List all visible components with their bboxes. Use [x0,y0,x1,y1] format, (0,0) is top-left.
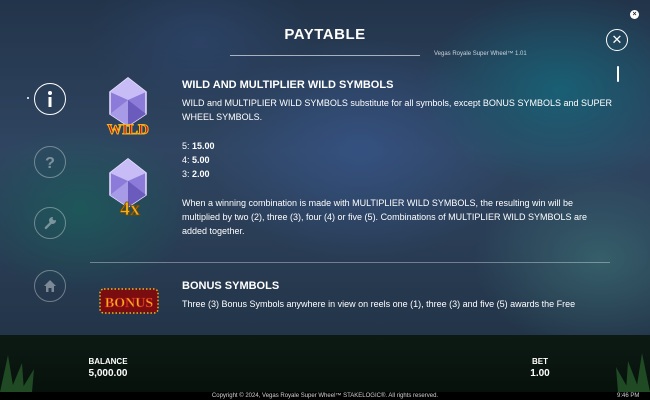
close-small-button[interactable]: × [630,10,639,19]
wild-description: WILD and MULTIPLIER WILD SYMBOLS substit… [182,98,612,122]
close-icon: ✕ [611,32,623,47]
balance-label: BALANCE [88,357,128,366]
payout-value: 5.00 [192,155,210,165]
scrollbar-thumb[interactable] [617,66,619,82]
copyright-text: Copyright © 2024, Vegas Royale Super Whe… [211,393,439,399]
question-icon: ? [45,155,55,171]
sidebar-item-home[interactable] [34,270,66,302]
balance-display: BALANCE 5,000.00 [78,357,138,379]
section-divider [90,262,610,263]
home-icon [44,280,56,292]
foliage-right-decoration [616,353,650,392]
close-small-icon: × [632,11,637,18]
clock: 9:46 PM [617,393,640,399]
active-indicator [27,97,29,99]
payout-row: 3: 2.00 [182,167,210,181]
bonus-symbol: BONUS [98,286,160,316]
bonus-description: Three (3) Bonus Symbols anywhere in view… [182,299,576,309]
svg-text:?: ? [45,155,55,171]
payout-count: 4: [182,155,190,165]
payout-count: 3: [182,169,190,179]
bonus-icon: BONUS [99,288,159,314]
bet-label: BET [532,357,548,366]
multiplier-gem-icon: 4x [109,158,147,220]
bet-display: BET 1.00 [520,357,560,379]
bonus-section-title: BONUS SYMBOLS [182,280,280,292]
svg-text:WILD: WILD [107,122,149,138]
info-icon [48,91,52,107]
payout-value: 2.00 [192,169,210,179]
version-label: Vegas Royale Super Wheel™ 1.01 [434,51,527,57]
wild-gem-icon: WILD [107,77,149,139]
multiplier-description: When a winning combination is made with … [182,198,587,236]
wild-symbol: WILD [100,74,156,140]
title-divider [230,55,420,56]
close-button[interactable]: ✕ [606,29,628,51]
paytable-overlay [0,0,650,335]
sidebar-item-help[interactable]: ? [34,146,66,178]
payout-row: 5: 15.00 [182,139,215,153]
multiplier-wild-symbol: 4x [100,155,156,221]
balance-value: 5,000.00 [88,368,128,379]
bet-value: 1.00 [530,368,550,379]
svg-text:4x: 4x [120,198,140,220]
payout-count: 5: [182,141,190,151]
svg-text:BONUS: BONUS [105,296,153,311]
page-title: PAYTABLE [284,26,366,43]
sidebar-item-info[interactable] [34,83,66,115]
payout-row: 4: 5.00 [182,153,210,167]
payout-value: 15.00 [192,141,215,151]
wild-section-title: WILD AND MULTIPLIER WILD SYMBOLS [182,79,394,91]
foliage-left-decoration [0,355,34,392]
wrench-icon [44,216,57,230]
sidebar-item-settings[interactable] [34,207,66,239]
